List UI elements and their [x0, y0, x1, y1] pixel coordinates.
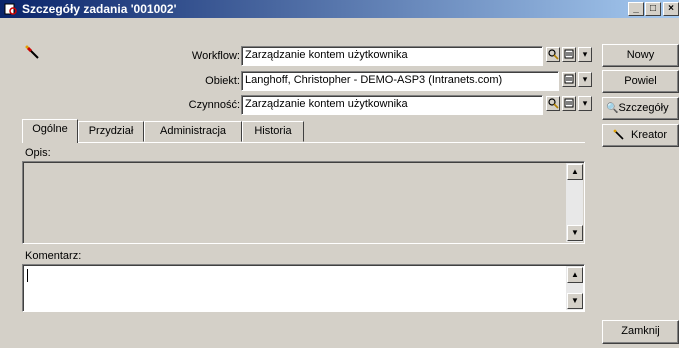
kreator-button[interactable]: Kreator — [602, 124, 679, 147]
scroll-up-icon[interactable]: ▲ — [567, 164, 583, 180]
search-icon: 🔍 — [606, 103, 619, 114]
tab-przydzial[interactable]: Przydział — [78, 121, 144, 142]
czynnosc-label: Czynność: — [188, 99, 240, 111]
window-title: Szczegóły zadania '001002' — [22, 2, 177, 16]
powiel-button[interactable]: Powiel — [602, 70, 679, 93]
scroll-up-icon[interactable]: ▲ — [567, 267, 583, 283]
scroll-down-icon[interactable]: ▼ — [567, 225, 583, 241]
obiekt-label: Obiekt: — [205, 75, 240, 87]
szczegoly-button[interactable]: 🔍Szczegóły — [602, 97, 679, 120]
task-icon — [4, 3, 17, 15]
opis-field[interactable] — [22, 161, 585, 244]
details-list-icon[interactable] — [562, 96, 576, 111]
details-list-icon[interactable] — [562, 47, 576, 62]
nowy-button[interactable]: Nowy — [602, 44, 679, 67]
czynnosc-field[interactable]: Zarządzanie kontem użytkownika — [241, 95, 543, 115]
text-caret — [27, 269, 28, 282]
zamknij-button[interactable]: Zamknij — [602, 320, 679, 344]
komentarz-label: Komentarz: — [25, 250, 82, 262]
search-icon[interactable] — [546, 96, 560, 111]
details-list-icon[interactable] — [562, 72, 576, 87]
minimize-button[interactable]: _ — [628, 2, 644, 16]
tab-historia[interactable]: Historia — [242, 121, 304, 142]
tab-panel-border — [22, 142, 585, 143]
search-icon[interactable] — [546, 47, 560, 62]
chevron-down-icon[interactable]: ▾ — [578, 96, 592, 111]
obiekt-field[interactable]: Langhoff, Christopher - DEMO-ASP3 (Intra… — [241, 71, 559, 91]
wizard-wand-icon — [25, 45, 39, 59]
wizard-wand-icon — [613, 129, 624, 140]
tab-ogolne[interactable]: Ogólne — [22, 119, 78, 143]
scroll-down-icon[interactable]: ▼ — [567, 293, 583, 309]
close-button[interactable]: × — [663, 2, 679, 16]
chevron-down-icon[interactable]: ▾ — [578, 47, 592, 62]
workflow-field[interactable]: Zarządzanie kontem użytkownika — [241, 46, 543, 66]
maximize-button[interactable]: □ — [645, 2, 661, 16]
workflow-label: Workflow: — [191, 50, 240, 62]
opis-label: Opis: — [25, 147, 51, 159]
tab-administracja[interactable]: Administracja — [144, 121, 242, 142]
chevron-down-icon[interactable]: ▾ — [578, 72, 592, 87]
komentarz-field[interactable] — [22, 264, 585, 312]
